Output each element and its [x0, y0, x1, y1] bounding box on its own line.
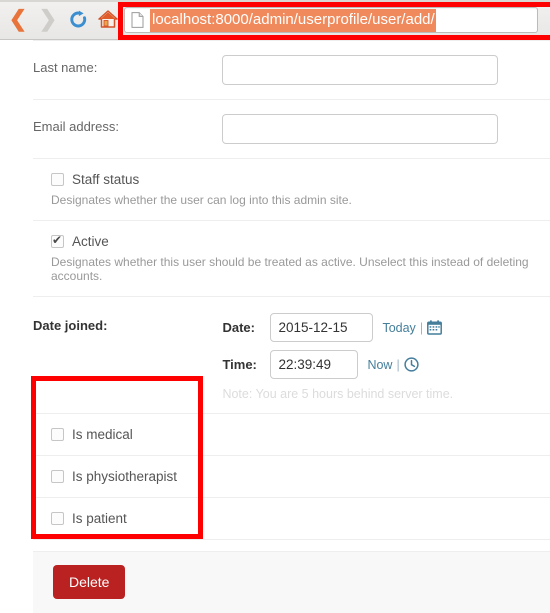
email-input[interactable] [222, 114, 499, 144]
back-button[interactable]: ❮ [4, 4, 32, 34]
date-input[interactable] [270, 313, 374, 342]
is-patient-checkbox-line[interactable]: Is patient [33, 511, 550, 526]
time-separator: | [396, 357, 400, 372]
today-link[interactable]: Today [382, 321, 415, 335]
form-row-is-medical: Is medical [33, 414, 550, 456]
active-checkbox[interactable] [51, 233, 64, 248]
toolbar-top-divider [0, 0, 550, 2]
staff-status-checkbox[interactable] [51, 173, 64, 186]
now-link[interactable]: Now [367, 358, 392, 372]
staff-status-label: Staff status [72, 172, 140, 187]
address-bar[interactable]: localhost:8000/admin/userprofile/user/ad… [124, 7, 538, 33]
form-row-date-joined: Date joined: Date: Today | [33, 297, 550, 414]
is-medical-checkbox[interactable] [51, 428, 64, 441]
browser-window: ❮ ❯ localhost:8000/admin/userprofile/use… [0, 0, 550, 613]
active-help: Designates whether this user should be t… [51, 255, 529, 283]
is-patient-label: Is patient [72, 511, 127, 526]
active-label: Active [72, 234, 109, 249]
user-add-form: Last name: Email address: Staff status D… [33, 40, 550, 540]
staff-status-help: Designates whether the user can log into… [51, 193, 352, 207]
date-label: Date: [222, 320, 255, 335]
clock-icon[interactable] [404, 357, 419, 372]
time-input[interactable] [270, 350, 359, 379]
last-name-label: Last name: [33, 60, 98, 75]
browser-toolbar: ❮ ❯ localhost:8000/admin/userprofile/use… [0, 0, 550, 40]
timezone-note: Note: You are 5 hours behind server time… [222, 387, 454, 401]
form-row-is-patient: Is patient [33, 498, 550, 540]
date-shortcuts: Today | [382, 320, 443, 335]
form-footer-bar: Delete [33, 551, 550, 613]
home-button[interactable] [94, 4, 122, 34]
staff-status-checkbox-line[interactable]: Staff status [33, 172, 550, 187]
is-patient-checkbox[interactable] [51, 512, 64, 525]
form-row-last-name: Last name: [33, 40, 550, 100]
last-name-field-wrap [222, 55, 499, 85]
forward-chevron-icon: ❯ [38, 6, 58, 31]
date-joined-fields: Date: Today | [222, 313, 453, 401]
is-physiotherapist-checkbox-line[interactable]: Is physiotherapist [33, 469, 550, 484]
is-medical-checkbox-line[interactable]: Is medical [33, 427, 550, 442]
reload-icon [69, 10, 86, 27]
page-document-icon [131, 12, 144, 28]
calendar-icon[interactable] [427, 320, 443, 335]
date-line: Date: Today | [222, 313, 453, 342]
form-row-is-physiotherapist: Is physiotherapist [33, 456, 550, 498]
is-physiotherapist-checkbox[interactable] [51, 470, 64, 483]
form-row-staff-status: Staff status Designates whether the user… [33, 159, 550, 221]
form-row-active: Active Designates whether this user shou… [33, 221, 550, 297]
is-physiotherapist-label: Is physiotherapist [72, 469, 178, 484]
home-icon [98, 10, 118, 28]
forward-button[interactable]: ❯ [34, 4, 62, 34]
delete-button[interactable]: Delete [53, 565, 126, 599]
time-label: Time: [222, 357, 257, 372]
reload-button[interactable] [64, 4, 92, 34]
address-bar-url[interactable]: localhost:8000/admin/userprofile/user/ad… [150, 8, 436, 32]
back-chevron-icon: ❮ [8, 6, 28, 31]
active-checkbox-line[interactable]: Active [33, 233, 550, 249]
date-separator: | [419, 320, 424, 335]
form-row-email: Email address: [33, 100, 550, 159]
time-line: Time: Now | [222, 350, 453, 379]
is-medical-label: Is medical [72, 427, 133, 442]
email-label: Email address: [33, 119, 119, 134]
navigation-buttons: ❮ ❯ [4, 4, 122, 34]
time-shortcuts: Now | [367, 357, 419, 372]
email-field-wrap [222, 114, 499, 144]
date-joined-label: Date joined: [33, 318, 108, 333]
last-name-input[interactable] [222, 55, 499, 85]
